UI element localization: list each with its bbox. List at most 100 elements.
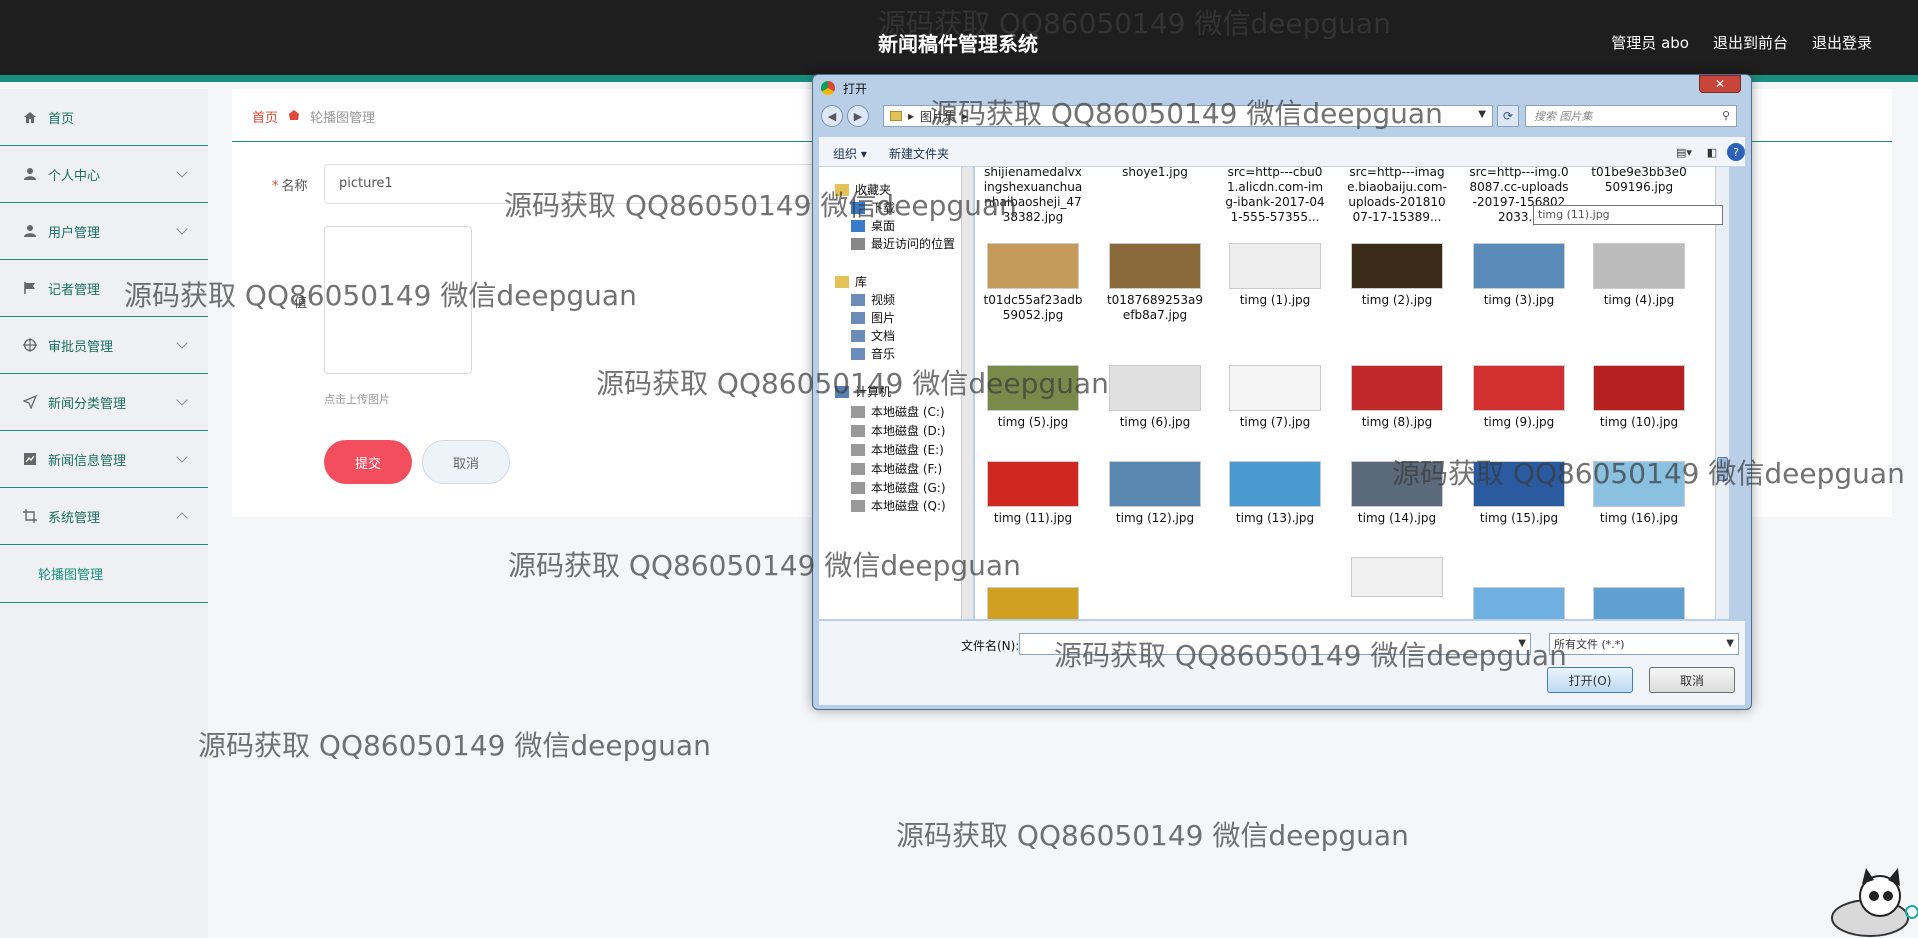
watermark-text: 源码获取 QQ86050149 微信deepguan — [504, 189, 1017, 222]
watermark-text: 源码获取 QQ86050149 微信deepguan — [124, 279, 637, 312]
file-name: timg (5).jpg — [997, 415, 1069, 429]
folder-icon — [851, 462, 865, 475]
nav-tree-item[interactable]: 本地磁盘 (D:) — [851, 422, 945, 439]
logout-link[interactable]: 退出登录 — [1812, 32, 1872, 53]
image-thumbnail — [1109, 461, 1201, 507]
image-thumbnail — [987, 587, 1079, 619]
file-item[interactable]: timg (7).jpg — [1225, 365, 1325, 430]
file-list-scrollbar[interactable] — [1715, 167, 1729, 619]
dialog-title: 打开 — [843, 82, 868, 96]
file-name: timg (16).jpg — [1599, 511, 1679, 525]
sidebar-subitem-carousel[interactable]: 轮播图管理 — [0, 545, 208, 603]
file-item[interactable]: timg (4).jpg — [1589, 243, 1689, 308]
organize-button[interactable]: 组织 ▾ — [833, 145, 867, 162]
file-item[interactable]: t0187689253a9efb8a7.jpg — [1105, 243, 1205, 323]
file-name: timg (12).jpg — [1115, 511, 1195, 525]
sidebar-item-label: 审批员管理 — [48, 339, 114, 355]
file-item[interactable]: timg (11).jpg — [983, 461, 1083, 526]
image-thumbnail — [1229, 365, 1321, 411]
folder-icon — [851, 481, 865, 494]
submit-button[interactable]: 提交 — [324, 440, 412, 484]
folder-icon — [835, 275, 849, 288]
sidebar-item-label: 个人中心 — [48, 168, 101, 184]
file-item[interactable]: shoye1.jpg — [1105, 167, 1205, 231]
file-item[interactable]: timg (2).jpg — [1347, 243, 1447, 308]
nav-tree-label: 本地磁盘 (D:) — [871, 424, 946, 438]
file-name: timg (8).jpg — [1361, 415, 1433, 429]
nav-tree-item[interactable]: 本地磁盘 (E:) — [851, 441, 944, 458]
sidebar-item-label: 用户管理 — [48, 225, 101, 241]
back-arrow-icon[interactable]: ◀ — [821, 105, 843, 127]
refresh-icon[interactable]: ⟳ — [1497, 105, 1519, 127]
file-name: timg (3).jpg — [1483, 293, 1555, 307]
admin-user-label[interactable]: 管理员 abo — [1611, 32, 1689, 53]
file-name: timg (14).jpg — [1357, 511, 1437, 525]
file-name: timg (11).jpg — [993, 511, 1073, 525]
chevron-up-icon — [176, 512, 188, 524]
file-item[interactable]: src=http---image.biaobaiju.com-uploads-2… — [1347, 167, 1447, 231]
breadcrumb-home[interactable]: 首页 — [252, 107, 278, 126]
file-item[interactable]: timg (13).jpg — [1225, 461, 1325, 526]
dialog-cancel-button[interactable]: 取消 — [1649, 667, 1735, 693]
nav-tree-item[interactable]: 本地磁盘 (C:) — [851, 403, 945, 420]
nav-tree-label: 视频 — [871, 293, 896, 307]
sidebar-item-user-management[interactable]: 用户管理 — [0, 203, 208, 260]
chevron-down-icon — [176, 451, 188, 463]
new-folder-button[interactable]: 新建文件夹 — [889, 145, 949, 162]
sidebar-item-approver-management[interactable]: 审批员管理 — [0, 317, 208, 374]
dialog-close-button[interactable]: ✕ — [1699, 75, 1741, 93]
file-name: src=http---image.biaobaiju.com-uploads-2… — [1347, 167, 1447, 224]
sidebar-item-personal-center[interactable]: 个人中心 — [0, 146, 208, 203]
sidebar-item-news-category[interactable]: 新闻分类管理 — [0, 374, 208, 431]
file-item[interactable]: timg (12).jpg — [1105, 461, 1205, 526]
cancel-button[interactable]: 取消 — [422, 440, 510, 484]
file-item[interactable]: timg (8).jpg — [1347, 365, 1447, 430]
chevron-down-icon[interactable]: ▼ — [1478, 109, 1486, 120]
file-name: t0187689253a9efb8a7.jpg — [1106, 293, 1204, 322]
preview-pane-icon[interactable]: ◧ — [1703, 143, 1721, 161]
folder-icon — [851, 311, 865, 324]
nav-tree-item[interactable]: 最近访问的位置 — [851, 235, 955, 252]
nav-tree-item[interactable]: 本地磁盘 (Q:) — [851, 497, 946, 514]
watermark-text: 源码获取 QQ86050149 微信deepguan — [896, 819, 1409, 852]
file-item[interactable]: timg (9).jpg — [1469, 365, 1569, 430]
view-options-icon[interactable]: ▤▾ — [1675, 143, 1693, 161]
help-icon[interactable]: ? — [1727, 143, 1745, 161]
nav-tree-item[interactable]: 视频 — [851, 291, 895, 308]
search-input[interactable]: 搜索 图片集 ⚲ — [1525, 105, 1737, 127]
forward-arrow-icon[interactable]: ▶ — [847, 105, 869, 127]
chevron-down-icon — [176, 394, 188, 406]
file-item[interactable]: timg (6).jpg — [1105, 365, 1205, 430]
filetype-select[interactable]: 所有文件 (*.*) ▼ — [1549, 633, 1739, 655]
nav-tree-item[interactable]: 文档 — [851, 327, 895, 344]
sidebar-item-home[interactable]: 首页 — [0, 89, 208, 146]
watermark-text: 源码获取 QQ86050149 微信deepguan — [198, 729, 711, 762]
file-name: timg (13).jpg — [1235, 511, 1315, 525]
image-thumbnail — [1109, 243, 1201, 289]
header-links: 管理员 abo 退出到前台 退出登录 — [1611, 32, 1872, 53]
back-to-front-link[interactable]: 退出到前台 — [1713, 32, 1788, 53]
file-item[interactable]: timg (1).jpg — [1225, 243, 1325, 308]
chevron-down-icon: ▼ — [1726, 638, 1734, 649]
sidebar-item-news-info[interactable]: 新闻信息管理 — [0, 431, 208, 488]
sidebar-item-label: 新闻信息管理 — [48, 453, 127, 469]
file-item[interactable]: src=http---cbu01.alicdn.com-img-ibank-20… — [1225, 167, 1325, 231]
flag-icon — [22, 280, 38, 296]
cat-mascot-icon[interactable] — [1808, 866, 1918, 938]
nav-tree-item[interactable]: 库 — [835, 273, 867, 290]
file-item[interactable]: timg (10).jpg — [1589, 365, 1689, 430]
file-item[interactable]: t01dc55af23adb59052.jpg — [983, 243, 1083, 323]
file-item[interactable]: timg (3).jpg — [1469, 243, 1569, 308]
image-thumbnail — [1351, 243, 1443, 289]
nav-tree-item[interactable]: 音乐 — [851, 345, 895, 362]
image-thumbnail — [1109, 365, 1201, 411]
chevron-down-icon — [176, 223, 188, 235]
file-tooltip: timg (11).jpg — [1533, 205, 1723, 225]
nav-tree-item[interactable]: 本地磁盘 (G:) — [851, 479, 946, 496]
nav-tree-item[interactable]: 图片 — [851, 309, 895, 326]
name-label: * 名称 — [272, 179, 308, 194]
sidebar-item-system-management[interactable]: 系统管理 — [0, 488, 208, 545]
nav-tree-item[interactable]: 本地磁盘 (F:) — [851, 460, 942, 477]
breadcrumb-separator-icon — [288, 109, 300, 125]
folder-icon — [851, 329, 865, 342]
